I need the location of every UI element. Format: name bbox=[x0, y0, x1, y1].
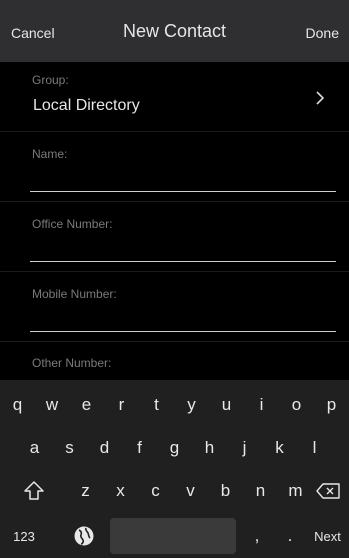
shift-icon bbox=[24, 481, 44, 500]
key-d[interactable]: d bbox=[87, 430, 122, 466]
done-button[interactable]: Done bbox=[306, 25, 339, 41]
period-key[interactable]: . bbox=[274, 518, 306, 554]
key-b[interactable]: b bbox=[208, 473, 243, 509]
globe-key[interactable] bbox=[60, 518, 108, 554]
key-l[interactable]: l bbox=[297, 430, 332, 466]
other-number-label: Other Number: bbox=[32, 356, 112, 370]
backspace-key[interactable] bbox=[310, 473, 346, 509]
office-number-label: Office Number: bbox=[32, 217, 113, 231]
numbers-key[interactable]: 123 bbox=[0, 518, 48, 554]
key-n[interactable]: n bbox=[243, 473, 278, 509]
key-k[interactable]: k bbox=[262, 430, 297, 466]
key-e[interactable]: e bbox=[69, 387, 104, 423]
key-j[interactable]: j bbox=[227, 430, 262, 466]
group-selector[interactable]: Group: Local Directory bbox=[0, 62, 349, 131]
key-h[interactable]: h bbox=[192, 430, 227, 466]
key-t[interactable]: t bbox=[139, 387, 174, 423]
chevron-right-icon bbox=[316, 91, 325, 105]
key-c[interactable]: c bbox=[138, 473, 173, 509]
contact-form: Group: Local Directory Name: Office Numb… bbox=[0, 62, 349, 380]
key-f[interactable]: f bbox=[122, 430, 157, 466]
shift-key[interactable] bbox=[17, 473, 51, 509]
key-g[interactable]: g bbox=[157, 430, 192, 466]
divider bbox=[0, 341, 349, 342]
divider bbox=[0, 271, 349, 272]
key-a[interactable]: a bbox=[17, 430, 52, 466]
name-input[interactable] bbox=[30, 167, 336, 192]
key-r[interactable]: r bbox=[104, 387, 139, 423]
key-s[interactable]: s bbox=[52, 430, 87, 466]
key-q[interactable]: q bbox=[0, 387, 35, 423]
key-w[interactable]: w bbox=[35, 387, 69, 423]
key-m[interactable]: m bbox=[278, 473, 313, 509]
key-i[interactable]: i bbox=[244, 387, 279, 423]
key-x[interactable]: x bbox=[103, 473, 138, 509]
navigation-bar: Cancel New Contact Done bbox=[0, 0, 349, 62]
on-screen-keyboard: q w e r t y u i o p a s d f g h j k l z … bbox=[0, 380, 349, 558]
group-value: Local Directory bbox=[33, 97, 140, 114]
office-number-input[interactable] bbox=[30, 237, 336, 262]
mobile-number-label: Mobile Number: bbox=[32, 287, 117, 301]
key-p[interactable]: p bbox=[314, 387, 349, 423]
key-u[interactable]: u bbox=[209, 387, 244, 423]
mobile-number-input[interactable] bbox=[30, 307, 336, 332]
space-key[interactable] bbox=[110, 518, 236, 554]
key-v[interactable]: v bbox=[173, 473, 208, 509]
key-y[interactable]: y bbox=[174, 387, 209, 423]
divider bbox=[0, 201, 349, 202]
next-key[interactable]: Next bbox=[306, 518, 349, 554]
key-z[interactable]: z bbox=[68, 473, 103, 509]
divider bbox=[0, 131, 349, 132]
name-label: Name: bbox=[32, 147, 68, 161]
key-o[interactable]: o bbox=[279, 387, 314, 423]
backspace-icon bbox=[316, 483, 340, 499]
page-title: New Contact bbox=[122, 21, 227, 41]
globe-icon bbox=[74, 526, 94, 546]
group-label: Group: bbox=[32, 73, 69, 87]
comma-key[interactable]: , bbox=[240, 518, 274, 554]
